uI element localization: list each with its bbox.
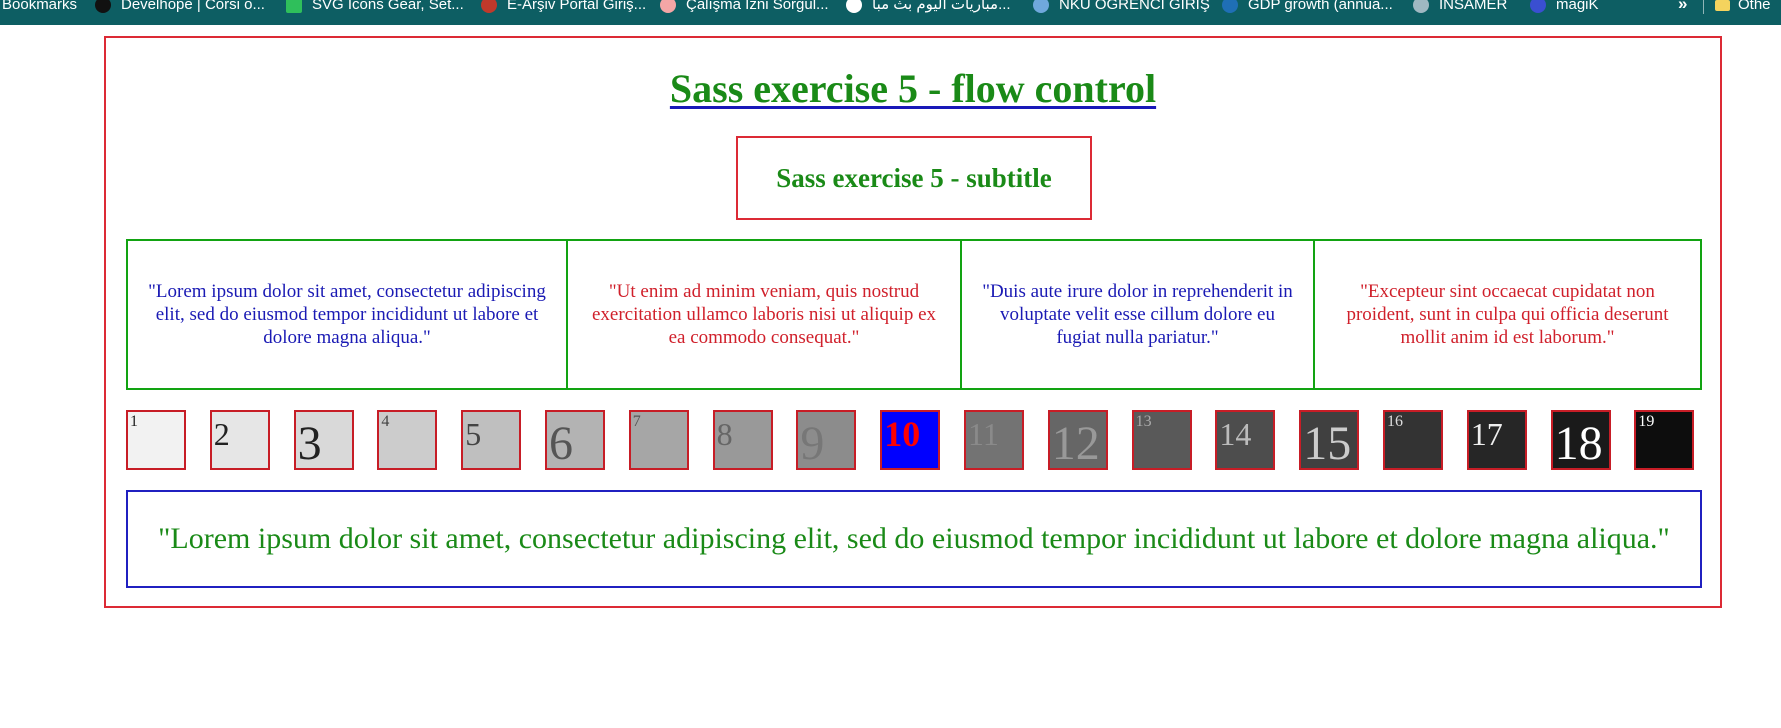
quote-text: "Duis aute irure dolor in reprehenderit … [982, 281, 1293, 348]
bookmark-label: Develhope | Corsi o... [121, 0, 265, 13]
bookmark-insamer[interactable]: İNSAMER [1413, 0, 1507, 15]
bookmark-label: magiK [1556, 0, 1599, 13]
number-square-3: 3 [293, 410, 354, 470]
number-square-6: 6 [545, 410, 605, 470]
number-square-7: 7 [628, 410, 689, 470]
number-square-label: 2 [213, 416, 230, 452]
nku-icon [1033, 0, 1049, 13]
earsiv-icon [481, 0, 497, 13]
number-square-16: 16 [1383, 410, 1443, 470]
page-container: Sass exercise 5 - flow control Sass exer… [104, 36, 1722, 608]
bookmarks-bar: Bookmarks Develhope | Corsi o... SVG Ico… [0, 0, 1781, 25]
number-square-label: 16 [1387, 413, 1403, 430]
number-square-label: 3 [297, 417, 322, 470]
number-square-label: 17 [1470, 416, 1503, 452]
bookmark-label: SVG Icons Gear, Set... [312, 0, 464, 13]
bookmark-label: İNSAMER [1439, 0, 1508, 13]
folder-icon [1715, 0, 1730, 11]
other-bookmarks-button[interactable]: Othe [1715, 0, 1771, 15]
globe-icon [846, 0, 862, 13]
quote-card-4: "Excepteur sint occaecat cupidatat non p… [1313, 239, 1702, 390]
bookmark-earsiv[interactable]: E-Arşiv Portal Giriş... [481, 0, 646, 15]
bookmark-develhope[interactable]: Develhope | Corsi o... [95, 0, 265, 15]
number-square-label: 7 [632, 413, 641, 430]
number-square-label: 4 [381, 413, 390, 430]
develhope-icon [95, 0, 111, 13]
number-square-label: 10 [884, 414, 921, 454]
bookmarks-label[interactable]: Bookmarks [2, 0, 77, 15]
bottom-quote-box: "Lorem ipsum dolor sit amet, consectetur… [126, 490, 1702, 588]
number-square-4: 4 [377, 410, 438, 470]
number-square-label: 15 [1303, 417, 1352, 470]
more-bookmarks-button[interactable]: » [1678, 0, 1687, 14]
bookmark-label: GDP growth (annua... [1248, 0, 1393, 13]
number-square-1: 1 [126, 410, 186, 470]
quote-card-3: "Duis aute irure dolor in reprehenderit … [960, 239, 1315, 390]
subtitle-box: Sass exercise 5 - subtitle [736, 136, 1092, 220]
bookmark-label: Bookmarks [2, 0, 78, 13]
bookmark-calisma-izni[interactable]: Çalışma İzni Sorgul... [660, 0, 829, 15]
insamer-icon [1413, 0, 1429, 13]
number-square-19: 19 [1634, 410, 1695, 470]
calisma-izni-icon [660, 0, 676, 13]
number-square-9: 9 [796, 410, 857, 470]
number-square-15: 15 [1299, 410, 1360, 470]
number-square-label: 14 [1219, 416, 1252, 452]
number-square-label: 11 [968, 416, 999, 452]
bookmarks-divider [1703, 0, 1704, 14]
number-square-17: 17 [1466, 410, 1527, 470]
number-square-label: 9 [800, 417, 825, 470]
number-square-label: 13 [1135, 413, 1152, 430]
quote-card-2: "Ut enim ad minim veniam, quis nostrud e… [566, 239, 962, 390]
page-title-wrapper: Sass exercise 5 - flow control [106, 65, 1720, 113]
number-square-13: 13 [1131, 410, 1192, 470]
bottom-quote-text: "Lorem ipsum dolor sit amet, consectetur… [158, 522, 1670, 555]
other-bookmarks-label: Othe [1738, 0, 1771, 13]
quote-text: "Excepteur sint occaecat cupidatat non p… [1346, 281, 1669, 348]
bookmark-nku[interactable]: NKÜ ÖĞRENCİ GİRİŞ [1033, 0, 1210, 15]
page-subtitle: Sass exercise 5 - subtitle [776, 162, 1052, 193]
worldbank-icon [1222, 0, 1238, 13]
number-square-label: 12 [1051, 417, 1100, 470]
number-square-14: 14 [1215, 410, 1276, 470]
number-square-label: 18 [1554, 417, 1603, 470]
svg-icons-icon [286, 0, 302, 13]
bookmark-magik[interactable]: magiK [1530, 0, 1599, 15]
number-square-label: 19 [1638, 413, 1655, 430]
number-square-2: 2 [209, 410, 270, 470]
bookmark-gdp-growth[interactable]: GDP growth (annua... [1222, 0, 1393, 15]
bookmark-matches[interactable]: مباريات اليوم بث مبا... [846, 0, 1011, 15]
number-square-11: 11 [964, 410, 1024, 470]
number-square-18: 18 [1550, 410, 1611, 470]
bookmark-svg-icons[interactable]: SVG Icons Gear, Set... [286, 0, 464, 15]
number-square-5: 5 [461, 410, 522, 470]
quote-text: "Ut enim ad minim veniam, quis nostrud e… [591, 281, 937, 348]
magik-icon [1530, 0, 1546, 13]
number-square-10: 10 [880, 410, 941, 470]
number-square-label: 8 [716, 416, 733, 452]
bookmark-label: Çalışma İzni Sorgul... [686, 0, 829, 13]
number-square-label: 5 [465, 416, 482, 452]
quote-card-1: "Lorem ipsum dolor sit amet, consectetur… [126, 239, 568, 390]
number-square-label: 6 [549, 417, 573, 470]
number-square-label: 1 [130, 413, 138, 430]
quote-text: "Lorem ipsum dolor sit amet, consectetur… [148, 281, 546, 348]
bookmark-label: مباريات اليوم بث مبا... [872, 0, 1011, 13]
bookmark-label: NKÜ ÖĞRENCİ GİRİŞ [1059, 0, 1210, 13]
number-square-8: 8 [712, 410, 773, 470]
number-square-12: 12 [1047, 410, 1108, 470]
bookmark-label: E-Arşiv Portal Giriş... [507, 0, 647, 13]
page-title: Sass exercise 5 - flow control [669, 66, 1157, 111]
